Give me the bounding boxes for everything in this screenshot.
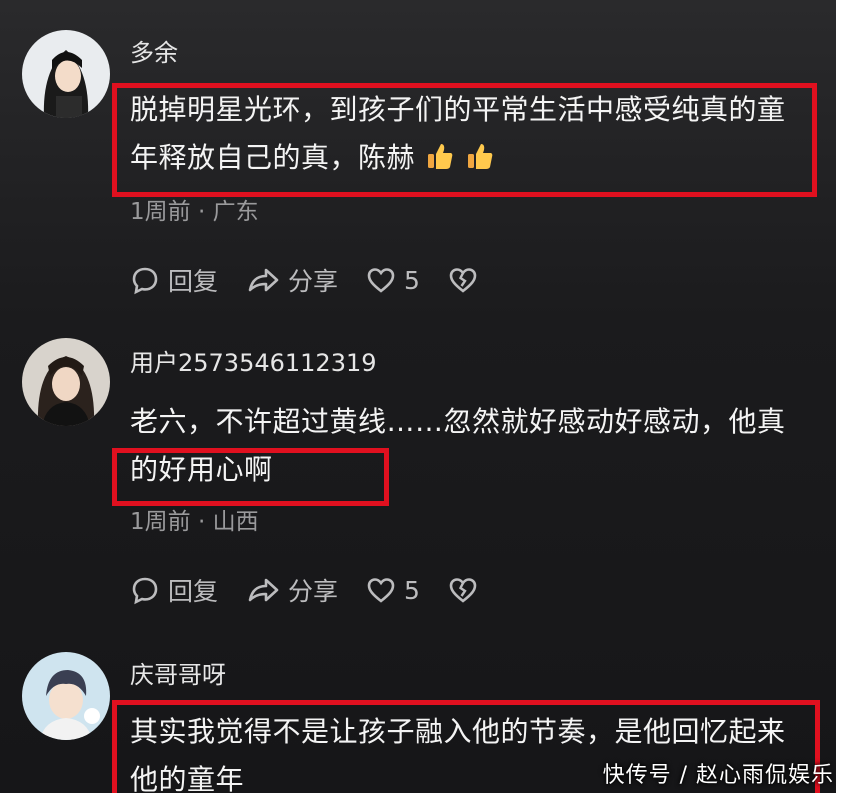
comment-text: 老六，不许超过黄线……忽然就好感动好感动，他真的好用心啊 [130,405,786,486]
reply-label: 回复 [168,267,219,296]
share-button[interactable]: 分享 [246,572,338,608]
share-label: 分享 [288,267,339,296]
avatar[interactable] [22,30,110,118]
comment-text-body: 脱掉明星光环，到孩子们的平常生活中感受纯真的童年释放自己的真，陈赫 [130,93,786,174]
username[interactable]: 多余 [130,38,178,68]
comment-text: 脱掉明星光环，到孩子们的平常生活中感受纯真的童年释放自己的真，陈赫 [130,86,810,182]
reply-label: 回复 [168,577,219,606]
share-button[interactable]: 分享 [246,262,338,298]
comment-meta: 1周前 · 山西 [130,509,259,535]
watermark: 快传号 / 赵心雨侃娱乐 [602,763,834,788]
username[interactable]: 用户2573546112319 [130,348,377,378]
share-arrow-icon [248,578,279,602]
share-arrow-icon [248,268,279,292]
dislike-button[interactable] [448,576,486,604]
dislike-button[interactable] [448,266,486,294]
username[interactable]: 庆哥哥呀 [130,660,226,690]
comment-bubble-icon [132,577,158,605]
comment-actions: 回复 分享 5 [130,570,514,610]
thumbs-up-emoji [465,138,495,169]
like-count: 5 [404,575,420,605]
thumbs-up-emoji [425,138,455,169]
avatar[interactable] [22,652,110,740]
comment-bubble-icon [132,267,158,295]
broken-heart-icon [449,268,477,293]
reply-button[interactable]: 回复 [130,572,218,608]
comment-meta: 1周前 · 广东 [130,199,259,225]
heart-icon [367,578,395,603]
share-label: 分享 [288,577,339,606]
like-button[interactable]: 5 [366,576,420,605]
comment-list: 多余 脱掉明星光环，到孩子们的平常生活中感受纯真的童年释放自己的真，陈赫 1周前… [0,0,836,793]
broken-heart-icon [449,578,477,603]
heart-icon [367,268,395,293]
like-count: 5 [404,265,420,295]
comment-actions: 回复 分享 5 [130,260,514,300]
avatar[interactable] [22,338,110,426]
reply-button[interactable]: 回复 [130,262,218,298]
like-button[interactable]: 5 [366,266,420,295]
